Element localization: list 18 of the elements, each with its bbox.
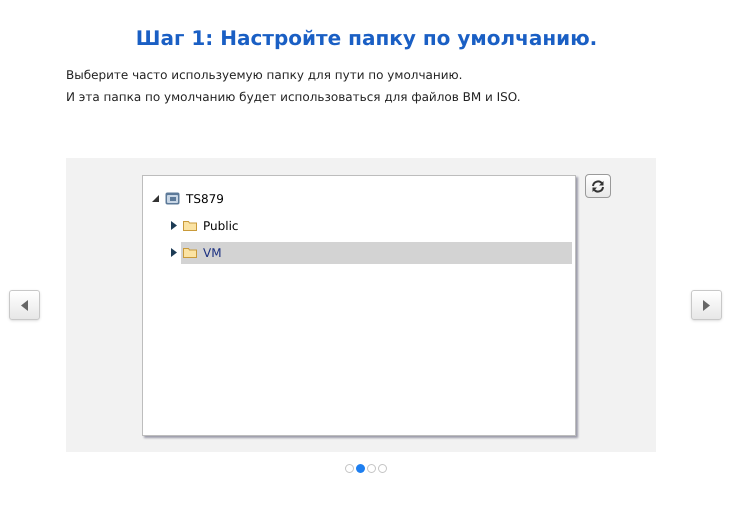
collapse-arrow-icon[interactable] [152, 194, 160, 203]
left-arrow-icon [21, 300, 28, 310]
expand-arrow-icon[interactable] [170, 221, 178, 230]
server-icon [165, 192, 180, 205]
folder-icon [183, 220, 197, 231]
refresh-icon [591, 180, 605, 192]
next-button[interactable] [691, 290, 722, 320]
previous-button[interactable] [9, 290, 40, 320]
description-text: Выберите часто используемую папку для пути по умолчанию. [66, 67, 464, 84]
tree-item[interactable]: Public [181, 214, 239, 236]
expand-arrow-icon[interactable] [170, 248, 178, 257]
page-title: Шаг 1: Настройте папку по умолчанию. [134, 25, 598, 52]
right-arrow-icon [703, 300, 710, 310]
tree-item[interactable]: TS879 [163, 188, 224, 210]
refresh-button[interactable] [585, 174, 611, 198]
folder-icon [183, 247, 197, 258]
description-text: И эта папка по умолчанию будет использоваться для файлов ВМ и ISO. [66, 89, 522, 106]
tree-item[interactable]: VM [181, 242, 572, 264]
